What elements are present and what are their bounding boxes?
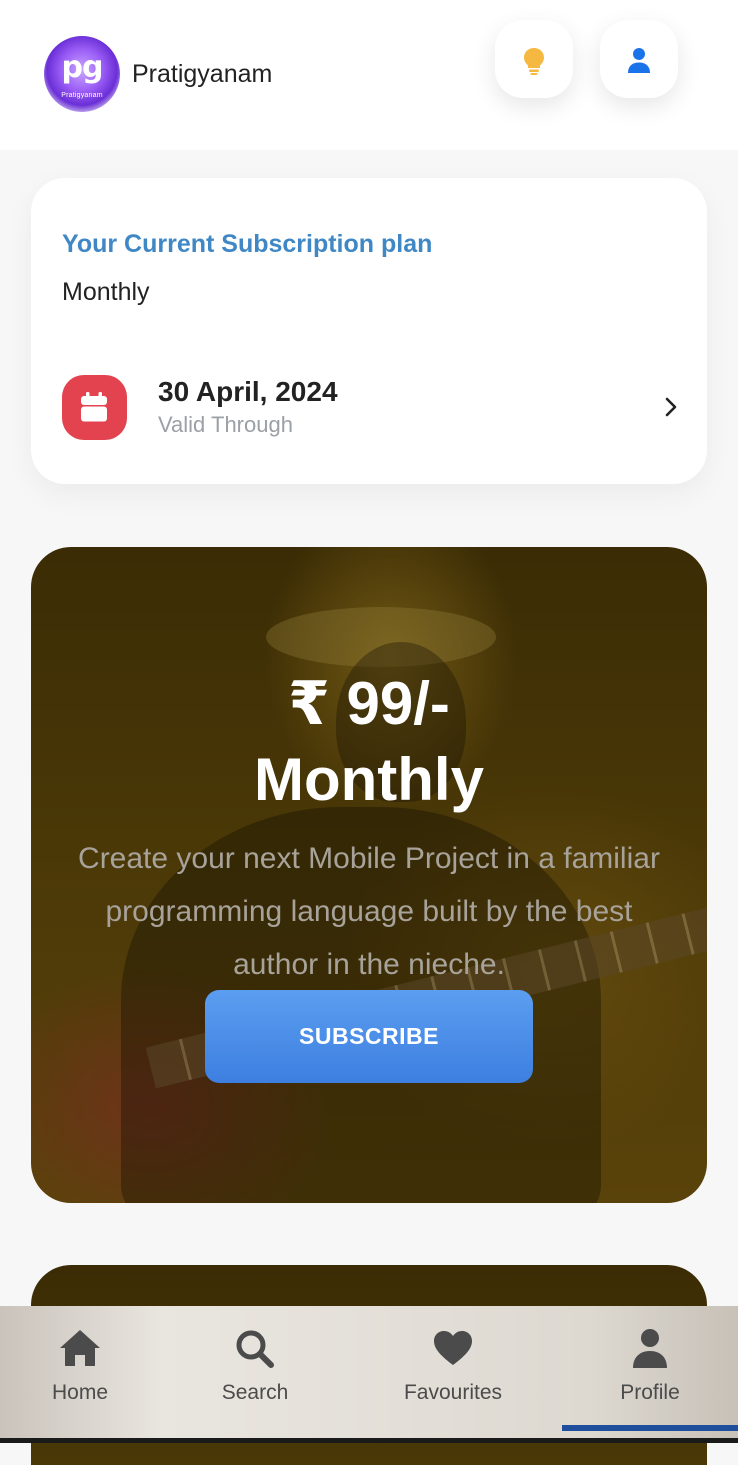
calendar-icon [81, 392, 107, 422]
plan-description: Create your next Mobile Project in a fam… [78, 842, 660, 981]
home-icon [60, 1330, 100, 1366]
plan-period: Monthly [254, 746, 484, 813]
nav-item-search[interactable]: Search [195, 1306, 315, 1428]
heart-icon [434, 1331, 472, 1365]
valid-through-date: 30 April, 2024 [158, 376, 338, 407]
bottom-navigation: Home Search Favourites Profile [0, 1306, 738, 1443]
active-tab-indicator [562, 1425, 738, 1431]
monthly-plan-card: ₹ 99/- Monthly Create your next Mobile P… [31, 547, 707, 1203]
logo-subtext: Pratigyanam [61, 92, 103, 99]
calendar-badge [62, 375, 127, 440]
app-header: pg Pratigyanam Pratigyanam [0, 0, 738, 150]
valid-through-label: Valid Through [158, 412, 293, 437]
nav-label-profile: Profile [620, 1381, 680, 1404]
lightbulb-button[interactable] [495, 20, 573, 98]
search-icon [236, 1330, 274, 1368]
subscription-title: Your Current Subscription plan [62, 230, 433, 258]
nav-item-favourites[interactable]: Favourites [378, 1306, 528, 1428]
screen-bottom-edge [0, 1438, 738, 1443]
user-icon [633, 1329, 667, 1368]
app-name: Pratigyanam [132, 60, 273, 88]
nav-label-home: Home [51, 1381, 109, 1404]
user-icon [628, 48, 650, 73]
lightbulb-icon [524, 48, 544, 75]
app-logo[interactable]: pg Pratigyanam [44, 36, 120, 112]
subscription-plan: Monthly [62, 278, 150, 306]
nav-item-home[interactable]: Home [20, 1306, 140, 1428]
nav-label-favourites: Favourites [403, 1381, 503, 1404]
user-profile-button[interactable] [600, 20, 678, 98]
plan-price: ₹ 99/- [288, 670, 450, 737]
subscription-card: Your Current Subscription plan Monthly 3… [31, 178, 707, 484]
logo-mark: pg [61, 50, 104, 85]
nav-label-search: Search [221, 1381, 289, 1404]
subscribe-button[interactable]: SUBSCRIBE [205, 990, 533, 1083]
nav-item-profile[interactable]: Profile [580, 1306, 720, 1428]
chevron-right-icon[interactable] [663, 396, 679, 418]
